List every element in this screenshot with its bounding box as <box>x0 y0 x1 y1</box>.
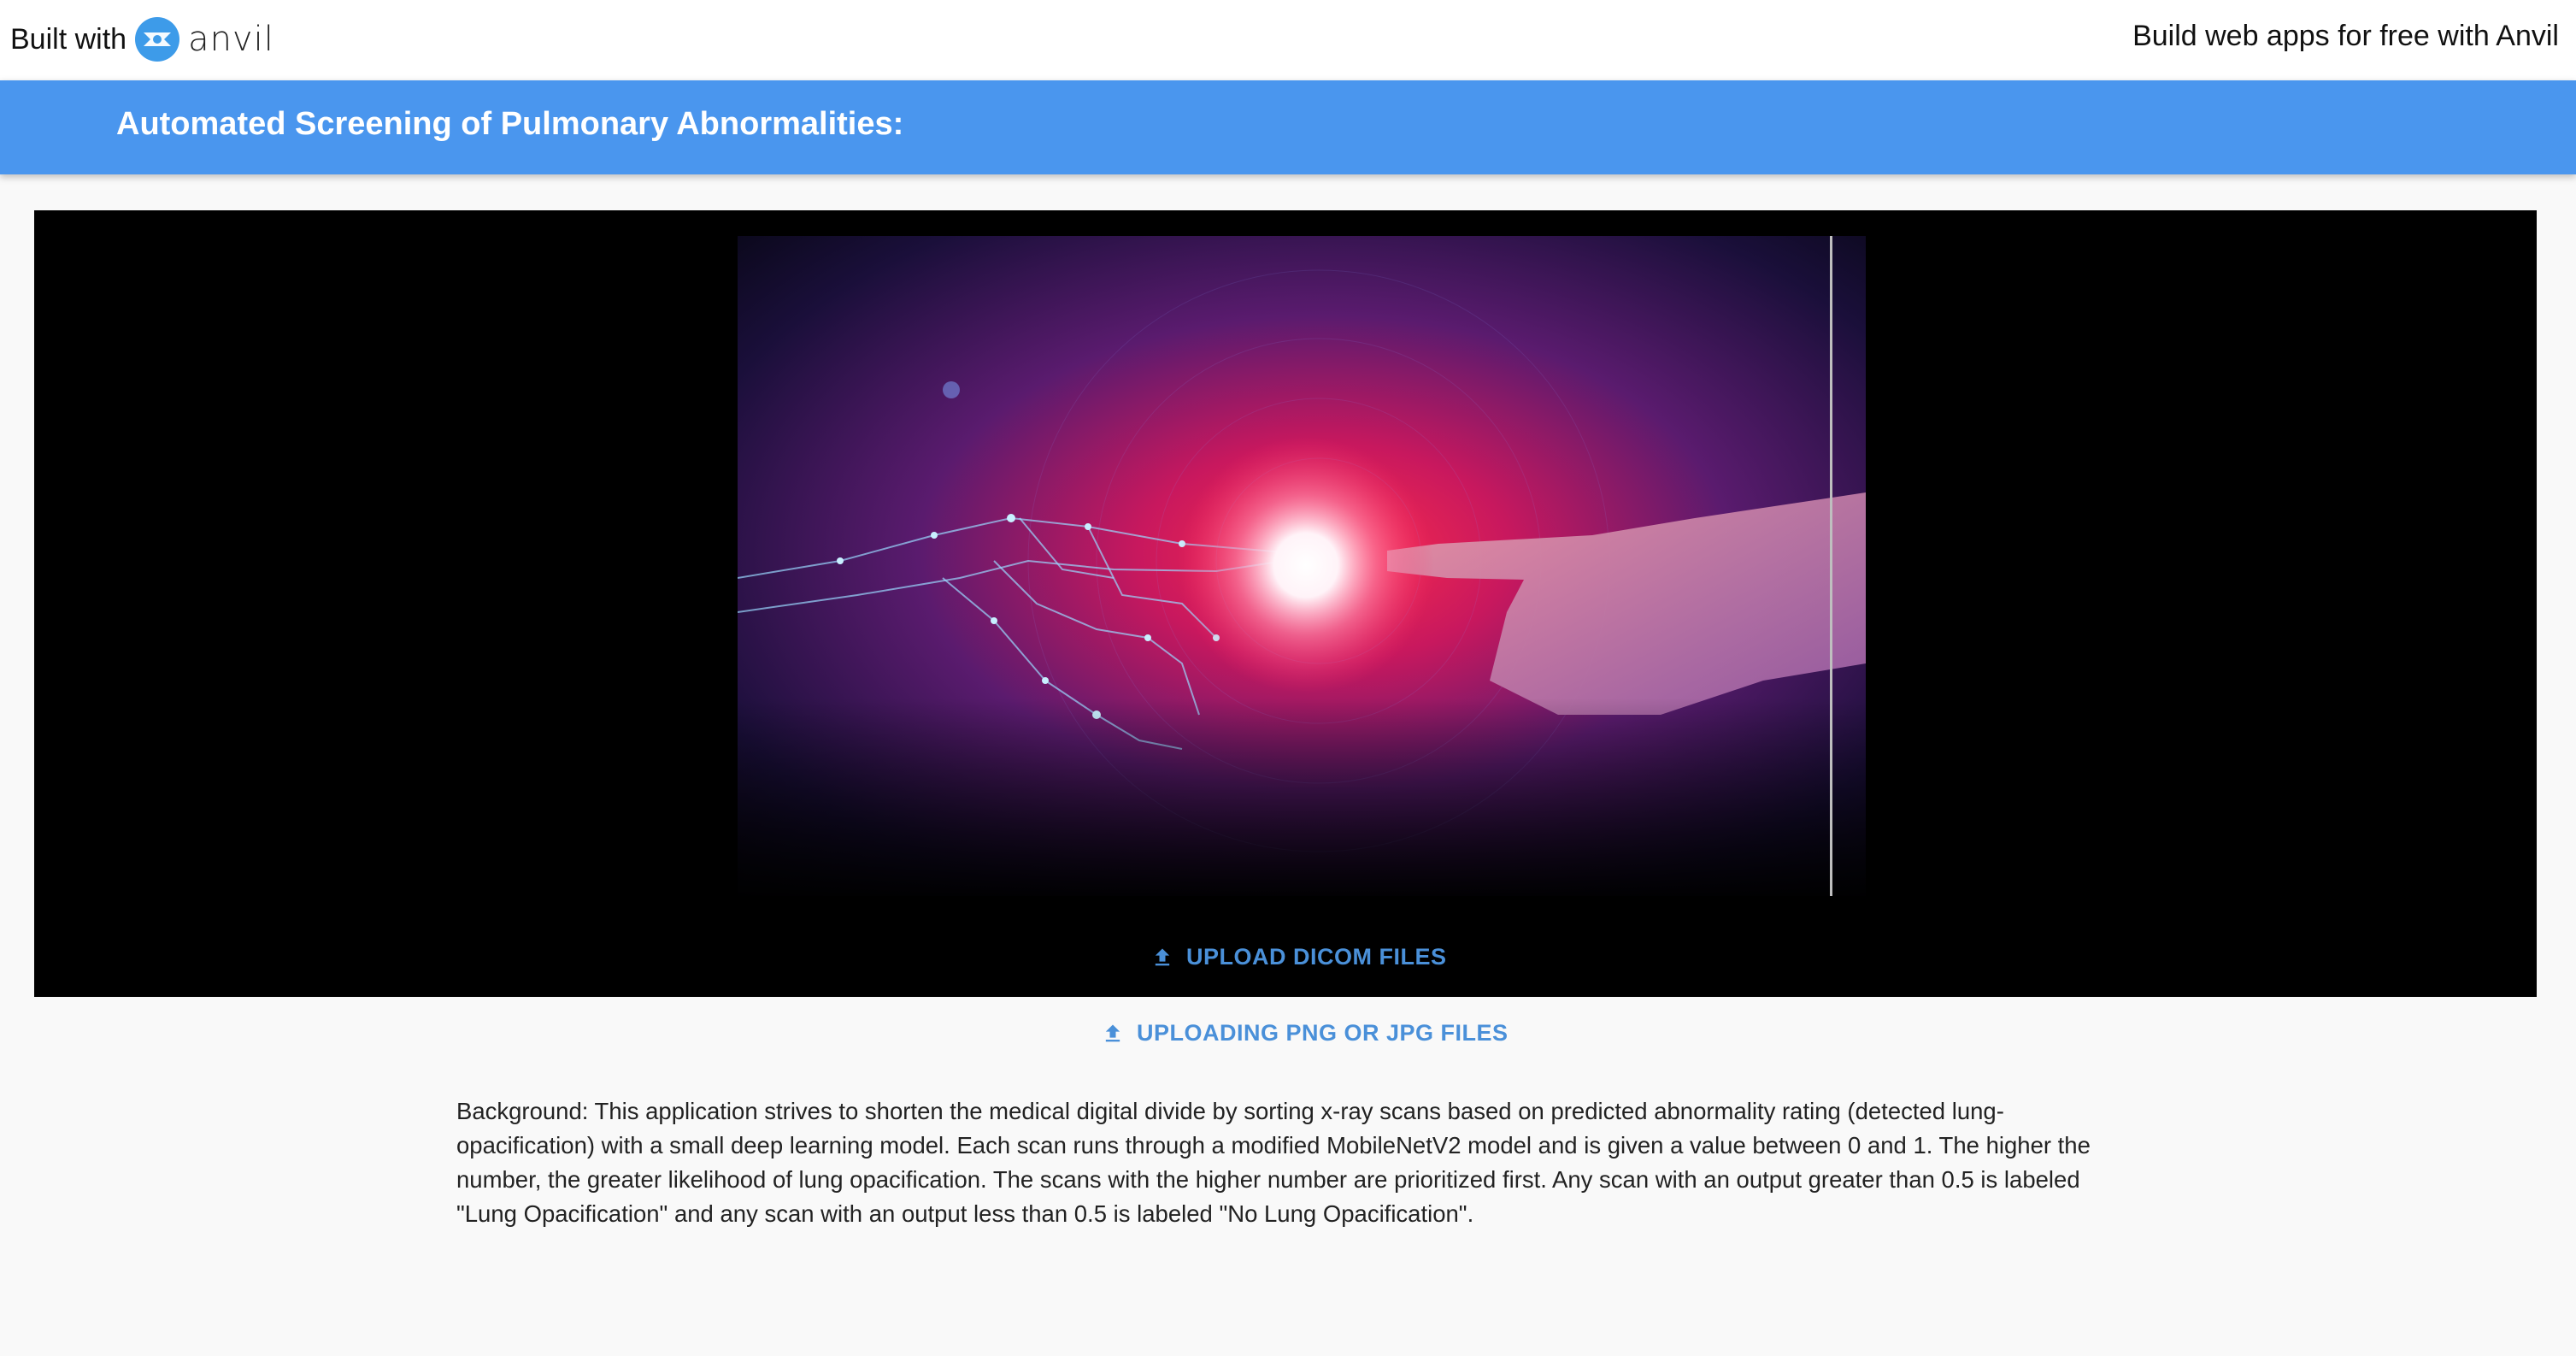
upload-dicom-button[interactable]: UPLOAD DICOM FILES <box>1145 943 1452 971</box>
built-with-anvil-link[interactable]: Built with anvil <box>10 17 274 62</box>
upload-png-jpg-label: UPLOADING PNG OR JPG FILES <box>1137 1020 1509 1046</box>
anvil-brand-name: anvil <box>188 20 274 59</box>
anvil-logo-icon <box>135 17 180 62</box>
app-header-bar: Automated Screening of Pulmonary Abnorma… <box>0 80 2576 174</box>
built-with-label: Built with <box>10 22 127 56</box>
upload-icon <box>1105 1024 1120 1041</box>
hero-divider <box>1830 236 1832 896</box>
hero-panel <box>34 210 2537 997</box>
background-description: Background: This application strives to … <box>456 1098 2091 1227</box>
upload-icon <box>1155 948 1170 965</box>
build-web-apps-link[interactable]: Build web apps for free with Anvil <box>2132 20 2559 53</box>
page-title: Automated Screening of Pulmonary Abnorma… <box>116 106 904 142</box>
upload-dicom-label: UPLOAD DICOM FILES <box>1186 944 1447 970</box>
robot-human-touch-image <box>738 236 1866 896</box>
upload-png-jpg-button[interactable]: UPLOADING PNG OR JPG FILES <box>1096 1019 1514 1047</box>
anvil-top-banner: Built with anvil Build web apps for free… <box>0 0 2576 80</box>
